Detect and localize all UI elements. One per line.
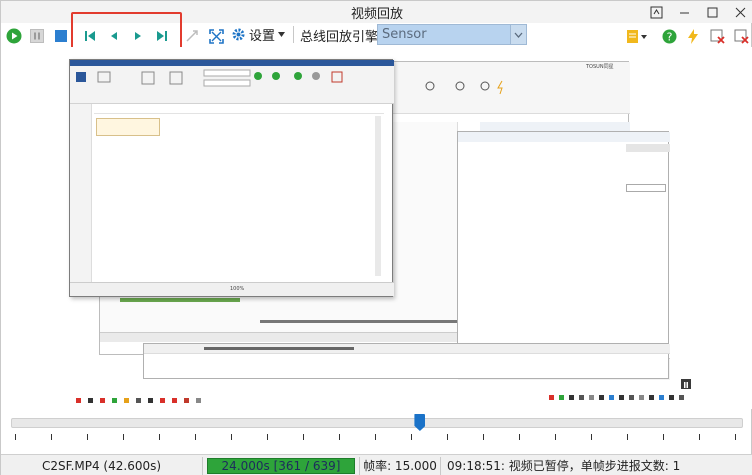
file-info: C2SF.MP4 (42.600s) <box>1 456 203 475</box>
frame-rate: 帧率: 15.000 <box>359 456 441 475</box>
seek-tick <box>483 434 484 440</box>
seek-tick <box>87 434 88 440</box>
help-icon[interactable]: ? <box>660 25 678 47</box>
seek-tick <box>15 434 16 440</box>
notes-icon <box>627 29 647 43</box>
seek-ticks <box>11 434 743 440</box>
toolbar-separator <box>293 26 294 43</box>
seek-tick <box>375 434 376 440</box>
seek-tick <box>699 434 700 440</box>
settings-dropdown[interactable]: 设置 <box>231 25 286 44</box>
play-button[interactable] <box>5 25 23 47</box>
captured-taskbar-right <box>549 391 693 400</box>
seek-tick <box>51 434 52 440</box>
status-bar: C2SF.MP4 (42.600s) 24.000s [361 / 639] 帧… <box>1 454 752 475</box>
first-frame-button[interactable] <box>81 25 99 47</box>
captured-window-bottom <box>143 343 670 379</box>
overlay-pause-icon <box>681 379 691 389</box>
skip-end-icon <box>157 31 167 41</box>
seek-tick <box>339 434 340 440</box>
expand-icon <box>208 28 224 44</box>
window-controls <box>647 3 749 21</box>
captured-window-right <box>457 131 670 380</box>
seek-tick <box>519 434 520 440</box>
skip-start-icon <box>85 31 95 41</box>
engine-label: 总线回放引擎 <box>300 30 379 45</box>
stop-button[interactable] <box>53 25 69 47</box>
seek-tick <box>447 434 448 440</box>
seek-thumb[interactable] <box>414 414 426 431</box>
next-frame-button[interactable] <box>129 25 147 47</box>
seek-tick <box>159 434 160 440</box>
last-frame-button[interactable] <box>153 25 171 47</box>
gear-icon <box>232 28 245 40</box>
seek-tick <box>627 434 628 440</box>
seek-tick <box>555 434 556 440</box>
dropdown-arrow-icon <box>278 31 286 37</box>
engine-value: Sensor <box>382 27 427 42</box>
seek-tick <box>267 434 268 440</box>
seek-tick <box>735 434 736 440</box>
captured-tooltip <box>96 118 160 136</box>
chevron-down-icon[interactable] <box>510 25 526 44</box>
frame-rate-text: 帧率: 15.000 <box>363 459 437 473</box>
pause-button[interactable] <box>29 25 45 47</box>
minimize-button[interactable] <box>675 3 693 21</box>
status-message: 09:18:51: 视频已暂停，单帧步进报文数: 1 <box>441 457 752 475</box>
close-button[interactable] <box>731 3 749 21</box>
playback-progress: 24.000s [361 / 639] <box>207 457 355 474</box>
seek-tick <box>663 434 664 440</box>
captured-taskbar-left <box>76 393 216 403</box>
export-icon[interactable] <box>183 25 201 47</box>
seek-tick <box>195 434 196 440</box>
file-info-text: C2SF.MP4 (42.600s) <box>41 458 162 473</box>
video-playback-window: 视频回放 设置 总线回放引擎 Sensor ? TOSUN同星 100% C2S… <box>0 0 752 475</box>
video-frame[interactable]: TOSUN同星 100% <box>1 47 752 409</box>
seek-tick <box>231 434 232 440</box>
step-forward-icon <box>135 32 141 40</box>
status-message-text: 09:18:51: 视频已暂停，单帧步进报文数: 1 <box>447 459 681 473</box>
step-back-icon <box>111 32 117 40</box>
pin-icon[interactable] <box>647 3 665 21</box>
settings-label: 设置 <box>249 28 276 44</box>
seek-tick <box>123 434 124 440</box>
window-title: 视频回放 <box>350 6 403 22</box>
fullscreen-button[interactable] <box>207 25 225 47</box>
maximize-button[interactable] <box>703 3 721 21</box>
svg-text:?: ? <box>666 30 672 43</box>
engine-select[interactable]: Sensor <box>377 24 527 45</box>
seek-tick <box>591 434 592 440</box>
seek-tick <box>303 434 304 440</box>
log-menu-button[interactable] <box>625 25 649 47</box>
progress-text: 24.000s [361 / 639] <box>221 458 341 473</box>
lightning-icon[interactable] <box>684 25 702 47</box>
seek-tick <box>411 434 412 440</box>
previous-frame-button[interactable] <box>105 25 123 47</box>
captured-logo: TOSUN同星 <box>586 64 614 70</box>
captured-window-front: 100% <box>69 59 394 297</box>
seek-track[interactable] <box>11 418 743 428</box>
close-all-icon[interactable] <box>732 25 750 47</box>
captured-zoom: 100% <box>230 286 245 292</box>
remove-window-icon[interactable] <box>708 25 726 47</box>
